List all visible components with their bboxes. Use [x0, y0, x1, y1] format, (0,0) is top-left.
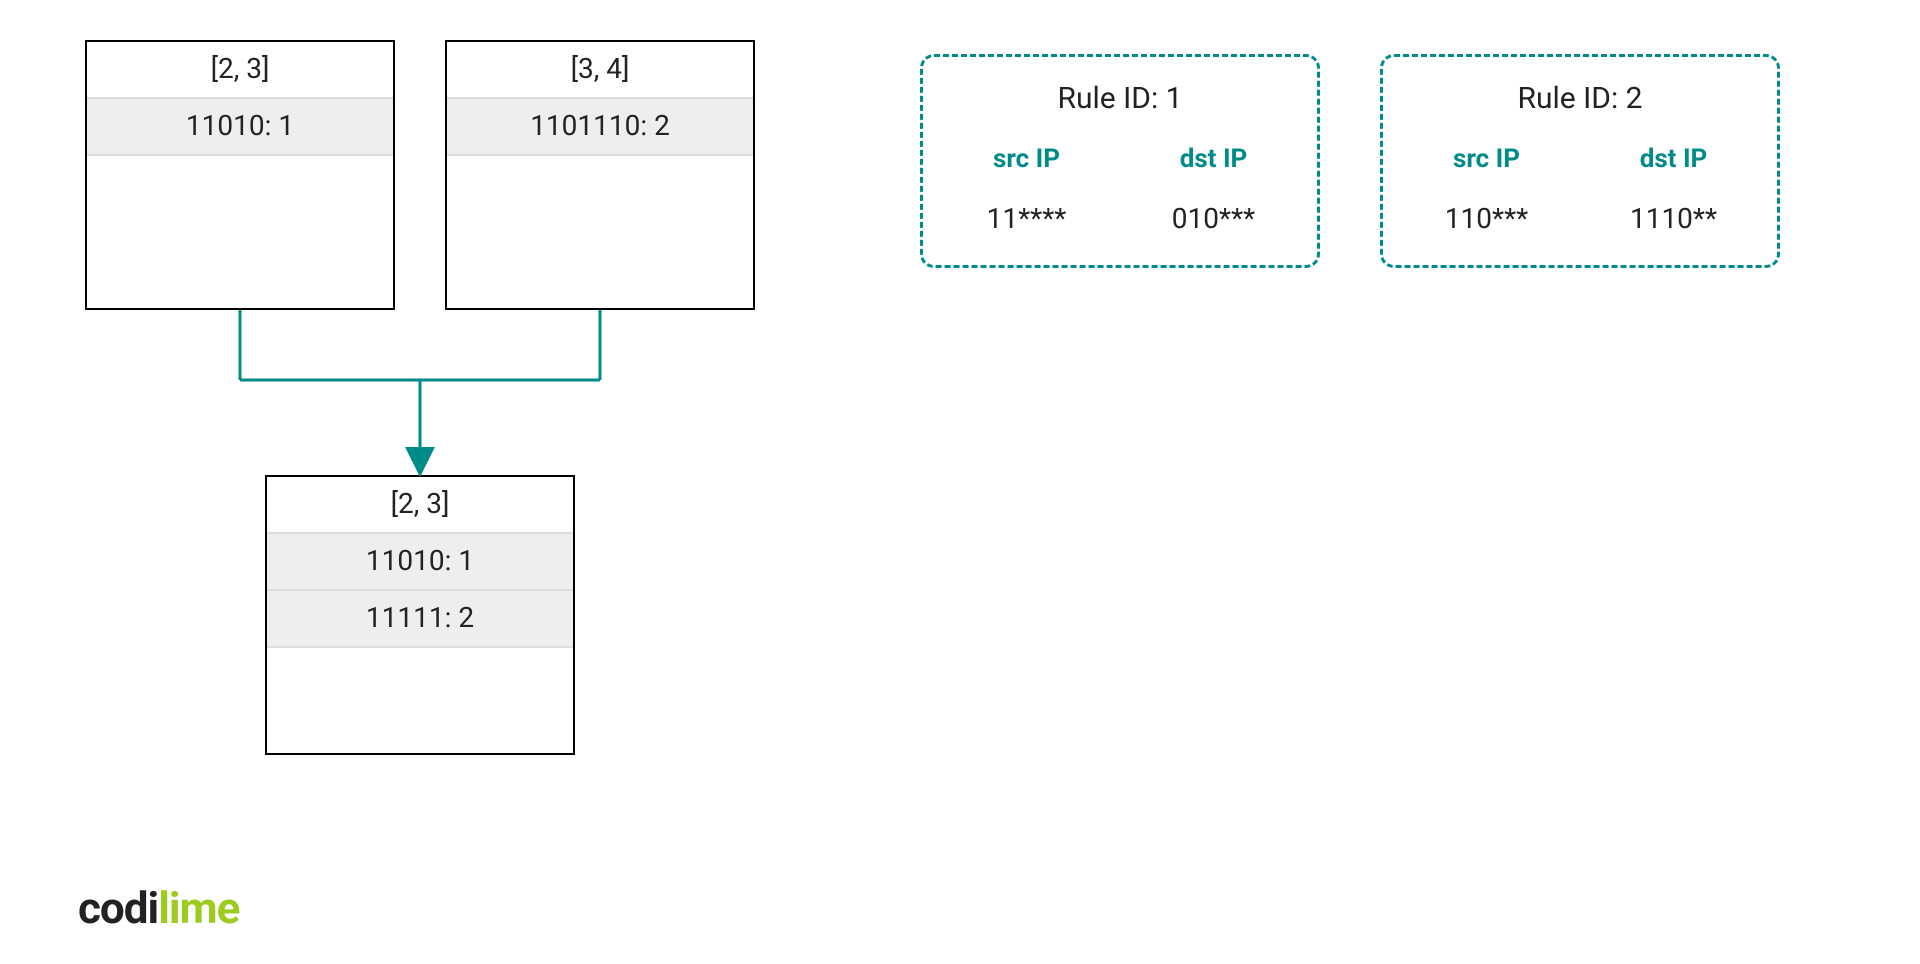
rule-col-src: src IP 110***: [1427, 144, 1547, 235]
rule-col-src: src IP 11****: [967, 144, 1087, 235]
rule-col-head: dst IP: [1640, 144, 1708, 174]
rule-col-dst: dst IP 1110**: [1614, 144, 1734, 235]
rule-col-value: 010***: [1172, 202, 1255, 235]
rule-col-head: src IP: [1453, 144, 1520, 174]
rule-col-value: 110***: [1445, 202, 1528, 235]
rule-col-dst: dst IP 010***: [1154, 144, 1274, 235]
rule-columns: src IP 11**** dst IP 010***: [953, 144, 1287, 235]
codilime-logo: codilime: [78, 882, 239, 934]
rule-col-value: 11****: [987, 202, 1067, 235]
rule-col-head: dst IP: [1180, 144, 1248, 174]
rule-box-1: Rule ID: 1 src IP 11**** dst IP 010***: [920, 54, 1320, 268]
logo-part-codi: codi: [78, 882, 158, 934]
diagram-canvas: [2, 3] 11010: 1 [3, 4] 1101110: 2 [2, 3]…: [0, 0, 1920, 964]
rule-col-value: 1110**: [1630, 202, 1717, 235]
rule-box-2: Rule ID: 2 src IP 110*** dst IP 1110**: [1380, 54, 1780, 268]
rule-title: Rule ID: 1: [953, 81, 1287, 116]
rule-col-head: src IP: [993, 144, 1060, 174]
rule-title: Rule ID: 2: [1413, 81, 1747, 116]
logo-part-lime: lime: [158, 882, 239, 934]
rule-columns: src IP 110*** dst IP 1110**: [1413, 144, 1747, 235]
